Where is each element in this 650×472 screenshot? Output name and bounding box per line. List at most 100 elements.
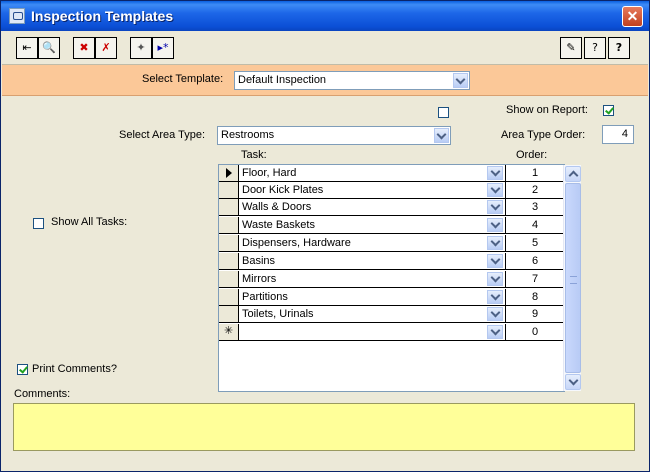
select-area-type-label: Select Area Type: <box>119 129 206 141</box>
select-template-value: Default Inspection <box>238 74 327 86</box>
wand-icon: ✦ <box>136 41 146 54</box>
task-column-header: Task: <box>241 149 267 161</box>
select-template-label: Select Template: <box>142 73 224 85</box>
table-row[interactable]: Waste Baskets 4 <box>219 217 564 235</box>
select-area-type-combo[interactable]: Restrooms <box>217 126 451 145</box>
task-grid: Floor, Hard 1 Door Kick Plates 2 Walls &… <box>218 164 565 392</box>
task-cell[interactable]: Mirrors <box>239 271 506 288</box>
task-cell[interactable]: Floor, Hard <box>239 165 506 182</box>
record-selector[interactable] <box>219 271 239 288</box>
chevron-down-icon[interactable] <box>487 272 503 286</box>
order-cell[interactable]: 0 <box>506 324 564 341</box>
order-cell[interactable]: 6 <box>506 253 564 270</box>
comments-field[interactable] <box>13 403 635 451</box>
order-column-header: Order: <box>516 149 548 161</box>
app-icon <box>9 8 25 24</box>
task-cell[interactable]: Dispensers, Hardware <box>239 235 506 252</box>
record-selector[interactable] <box>219 182 239 199</box>
table-row-new[interactable]: 0 <box>219 324 564 342</box>
task-cell[interactable]: Toilets, Urinals <box>239 306 506 323</box>
exit-icon: ⇤ <box>22 41 32 54</box>
scroll-down-icon[interactable] <box>565 374 581 390</box>
area-type-order-label: Area Type Order: <box>501 129 586 141</box>
exit-button[interactable]: ⇤ <box>16 37 38 59</box>
table-row[interactable]: Floor, Hard 1 <box>219 165 564 183</box>
close-icon: ✕ <box>626 8 639 24</box>
preview-icon: 🔍 <box>42 41 56 54</box>
record-selector[interactable] <box>219 306 239 323</box>
show-all-tasks-checkbox[interactable] <box>33 218 44 229</box>
toolbar: ⇤ 🔍 ✖ ✗ ✦ ▸* ✎ ? ? <box>2 32 648 65</box>
help-book-button[interactable]: ? <box>584 37 606 59</box>
chevron-down-icon[interactable] <box>434 128 449 143</box>
new-record-icon: ▸* <box>157 41 169 54</box>
show-on-report-checkbox[interactable] <box>603 105 614 116</box>
window-title: Inspection Templates <box>31 8 174 24</box>
table-row[interactable]: Mirrors 7 <box>219 271 564 289</box>
spelling-button[interactable]: ✎ <box>560 37 582 59</box>
template-header-band: Select Template: Default Inspection <box>2 65 648 96</box>
chevron-down-icon[interactable] <box>487 183 503 197</box>
new-record-button[interactable]: ▸* <box>152 37 174 59</box>
task-cell[interactable]: Basins <box>239 253 506 270</box>
scroll-thumb[interactable] <box>565 183 581 373</box>
order-cell[interactable]: 5 <box>506 235 564 252</box>
chevron-down-icon[interactable] <box>487 254 503 268</box>
record-selector-current[interactable] <box>219 165 239 182</box>
chevron-down-icon[interactable] <box>487 325 503 339</box>
undo-icon: ✗ <box>101 41 111 54</box>
record-selector[interactable] <box>219 289 239 306</box>
task-cell[interactable]: Waste Baskets <box>239 217 506 234</box>
record-selector[interactable] <box>219 199 239 216</box>
preview-button[interactable]: 🔍 <box>38 37 60 59</box>
order-cell[interactable]: 4 <box>506 217 564 234</box>
title-bar[interactable]: Inspection Templates ✕ <box>1 1 649 31</box>
area-type-order-field[interactable]: 4 <box>602 125 634 144</box>
order-cell[interactable]: 8 <box>506 289 564 306</box>
select-template-combo[interactable]: Default Inspection <box>234 71 470 90</box>
scroll-up-icon[interactable] <box>565 166 581 182</box>
print-comments-label: Print Comments? <box>32 363 117 375</box>
delete-record-button[interactable]: ✖ <box>73 37 95 59</box>
table-row[interactable]: Dispensers, Hardware 5 <box>219 235 564 253</box>
chevron-down-icon[interactable] <box>487 307 503 321</box>
chevron-down-icon[interactable] <box>487 166 503 180</box>
record-selector[interactable] <box>219 217 239 234</box>
task-cell[interactable] <box>239 324 506 341</box>
table-row[interactable]: Basins 6 <box>219 253 564 271</box>
record-selector[interactable] <box>219 253 239 270</box>
help-book-icon: ? <box>592 41 598 54</box>
chevron-down-icon[interactable] <box>487 290 503 304</box>
new-record-selector[interactable] <box>219 324 239 341</box>
help-question-button[interactable]: ? <box>608 37 630 59</box>
table-row[interactable]: Toilets, Urinals 9 <box>219 306 564 324</box>
chevron-down-icon[interactable] <box>487 218 503 232</box>
delete-record-icon: ✖ <box>79 41 89 54</box>
task-cell[interactable]: Door Kick Plates <box>239 182 506 199</box>
record-selector[interactable] <box>219 235 239 252</box>
table-row[interactable]: Partitions 8 <box>219 289 564 307</box>
undo-button[interactable]: ✗ <box>95 37 117 59</box>
wand-button[interactable]: ✦ <box>130 37 152 59</box>
show-all-tasks-label: Show All Tasks: <box>51 216 128 228</box>
order-cell[interactable]: 9 <box>506 306 564 323</box>
chevron-down-icon[interactable] <box>453 73 468 88</box>
table-row[interactable]: Walls & Doors 3 <box>219 199 564 217</box>
print-comments-checkbox[interactable] <box>17 364 28 375</box>
order-cell[interactable]: 3 <box>506 199 564 216</box>
chevron-down-icon[interactable] <box>487 236 503 250</box>
chevron-down-icon[interactable] <box>487 200 503 214</box>
order-cell[interactable]: 7 <box>506 271 564 288</box>
order-cell[interactable]: 2 <box>506 182 564 199</box>
comments-label: Comments: <box>14 388 71 400</box>
unlabeled-checkbox[interactable] <box>438 107 449 118</box>
show-on-report-label: Show on Report: <box>506 104 588 116</box>
task-cell[interactable]: Partitions <box>239 289 506 306</box>
close-button[interactable]: ✕ <box>622 6 643 27</box>
order-cell[interactable]: 1 <box>506 165 564 182</box>
spelling-icon: ✎ <box>566 41 576 54</box>
table-row[interactable]: Door Kick Plates 2 <box>219 182 564 200</box>
task-cell[interactable]: Walls & Doors <box>239 199 506 216</box>
help-question-icon: ? <box>615 41 623 54</box>
grid-vertical-scrollbar[interactable] <box>563 165 581 391</box>
